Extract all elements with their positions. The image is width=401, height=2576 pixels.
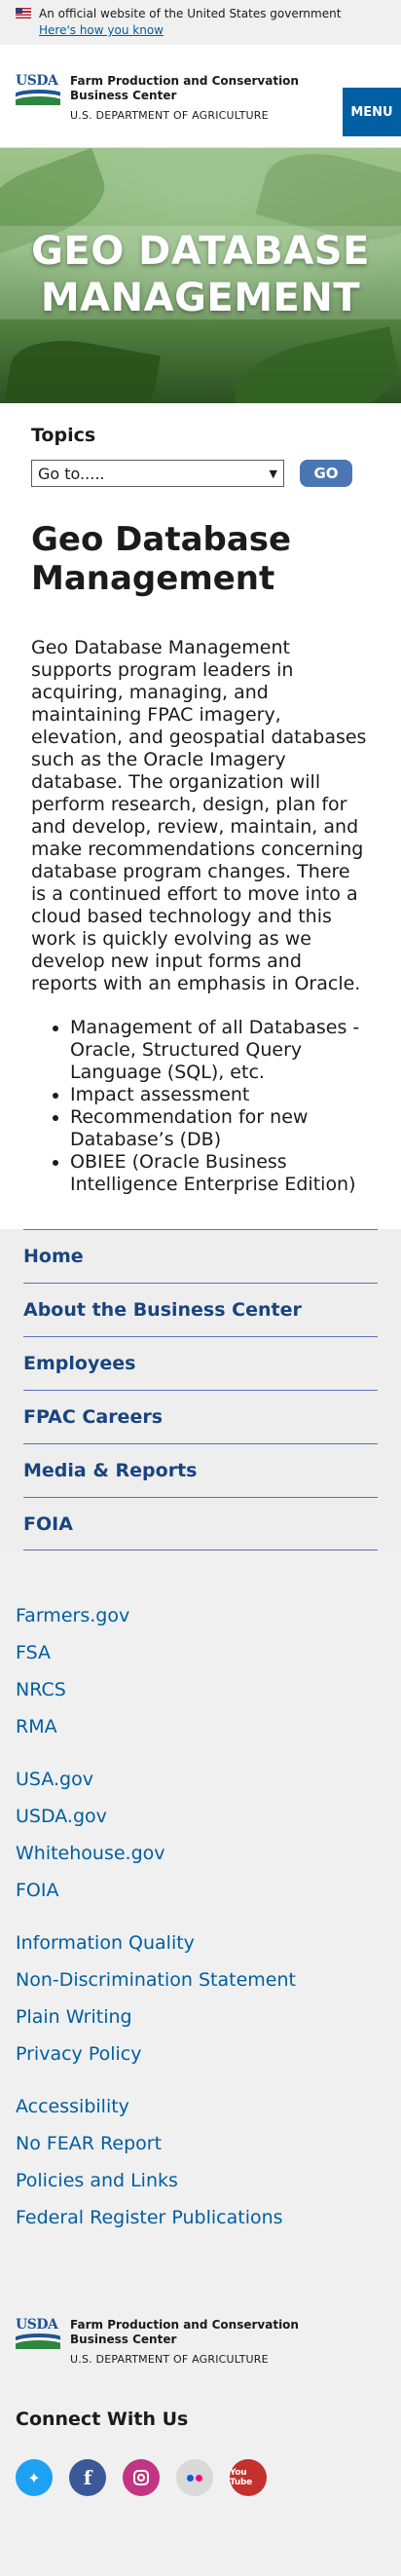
footer-link-fsa[interactable]: FSA bbox=[16, 1634, 385, 1671]
heres-how-you-know-link[interactable]: Here's how you know bbox=[39, 22, 385, 39]
footer-link-non-discrimination[interactable]: Non-Discrimination Statement bbox=[16, 1961, 385, 1998]
list-item: Recommendation for new Database’s (DB) bbox=[70, 1106, 370, 1151]
facebook-icon[interactable]: f bbox=[69, 2459, 106, 2496]
nav-item-about[interactable]: About the Business Center bbox=[23, 1283, 378, 1336]
footer-logo[interactable]: USDA Farm Production and Conservation Bu… bbox=[16, 2318, 385, 2366]
footer-link-farmers-gov[interactable]: Farmers.gov bbox=[16, 1597, 385, 1634]
footer-link-group: Accessibility No FEAR Report Policies an… bbox=[16, 2088, 385, 2236]
agency-name: Farm Production and Conservation Busines… bbox=[70, 74, 299, 102]
footer-link-federal-register[interactable]: Federal Register Publications bbox=[16, 2199, 385, 2236]
footer-department-name: U.S. DEPARTMENT OF AGRICULTURE bbox=[70, 2353, 269, 2366]
chevron-down-icon: ▼ bbox=[269, 467, 277, 480]
nav-item-home[interactable]: Home bbox=[23, 1229, 378, 1283]
usda-logo-icon: USDA bbox=[16, 2318, 60, 2349]
footer-link-plain-writing[interactable]: Plain Writing bbox=[16, 1998, 385, 2035]
official-banner-text: An official website of the United States… bbox=[39, 7, 342, 20]
footer-link-privacy-policy[interactable]: Privacy Policy bbox=[16, 2035, 385, 2072]
footer-link-information-quality[interactable]: Information Quality bbox=[16, 1924, 385, 1961]
intro-paragraph: Geo Database Management supports program… bbox=[31, 637, 367, 994]
social-links: ✦ f You Tube bbox=[16, 2459, 385, 2496]
nav-item-careers[interactable]: FPAC Careers bbox=[23, 1390, 378, 1443]
topics-select-value: Go to..... bbox=[38, 464, 105, 483]
official-gov-banner: An official website of the United States… bbox=[0, 0, 401, 45]
footer-link-whitehouse-gov[interactable]: Whitehouse.gov bbox=[16, 1835, 385, 1872]
twitter-icon[interactable]: ✦ bbox=[16, 2459, 53, 2496]
footer-link-usda-gov[interactable]: USDA.gov bbox=[16, 1798, 385, 1835]
footer-link-foia[interactable]: FOIA bbox=[16, 1872, 385, 1909]
nav-item-employees[interactable]: Employees bbox=[23, 1336, 378, 1390]
list-item: Management of all Databases - Oracle, St… bbox=[70, 1017, 370, 1084]
us-flag-icon bbox=[16, 8, 31, 19]
topics-select[interactable]: Go to..... ▼ bbox=[31, 460, 284, 487]
nav-item-media-reports[interactable]: Media & Reports bbox=[23, 1443, 378, 1497]
hero-title: GEO DATABASE MANAGEMENT bbox=[31, 229, 370, 320]
footer-link-policies[interactable]: Policies and Links bbox=[16, 2162, 385, 2199]
department-name: U.S. DEPARTMENT OF AGRICULTURE bbox=[70, 109, 269, 122]
topics-form: Go to..... ▼ GO bbox=[31, 460, 370, 487]
footer-link-group: Information Quality Non-Discrimination S… bbox=[16, 1924, 385, 2072]
footer-link-accessibility[interactable]: Accessibility bbox=[16, 2088, 385, 2125]
footer-link-no-fear[interactable]: No FEAR Report bbox=[16, 2125, 385, 2162]
footer-link-rma[interactable]: RMA bbox=[16, 1708, 385, 1745]
menu-button[interactable]: MENU bbox=[343, 88, 401, 136]
list-item: OBIEE (Oracle Business Intelligence Ente… bbox=[70, 1151, 370, 1196]
footer-link-group: Farmers.gov FSA NRCS RMA bbox=[16, 1597, 385, 1745]
site-logo[interactable]: USDA Farm Production and Conservation Bu… bbox=[16, 74, 352, 122]
site-footer: Farmers.gov FSA NRCS RMA USA.gov USDA.go… bbox=[0, 1552, 401, 2576]
topics-label: Topics bbox=[31, 425, 96, 446]
usda-logo-icon: USDA bbox=[16, 74, 60, 105]
footer-link-group: USA.gov USDA.gov Whitehouse.gov FOIA bbox=[16, 1761, 385, 1909]
footer-link-usa-gov[interactable]: USA.gov bbox=[16, 1761, 385, 1798]
connect-heading: Connect With Us bbox=[16, 2408, 189, 2430]
go-button[interactable]: GO bbox=[300, 460, 352, 487]
youtube-icon[interactable]: You Tube bbox=[230, 2459, 267, 2496]
hero-banner: GEO DATABASE MANAGEMENT bbox=[0, 148, 401, 403]
flickr-icon[interactable] bbox=[176, 2459, 213, 2496]
page-title: Geo Database Management bbox=[31, 520, 292, 598]
list-item: Impact assessment bbox=[70, 1084, 370, 1106]
footer-link-nrcs[interactable]: NRCS bbox=[16, 1671, 385, 1708]
footer-agency-name: Farm Production and Conservation Busines… bbox=[70, 2318, 299, 2346]
instagram-icon[interactable] bbox=[123, 2459, 160, 2496]
responsibilities-list: Management of all Databases - Oracle, St… bbox=[70, 1017, 370, 1196]
main-content: Topics Go to..... ▼ GO Geo Database Mana… bbox=[0, 425, 401, 1196]
nav-item-foia[interactable]: FOIA bbox=[23, 1497, 378, 1550]
site-header: USDA Farm Production and Conservation Bu… bbox=[0, 45, 401, 148]
section-nav: Home About the Business Center Employees… bbox=[0, 1229, 401, 1552]
